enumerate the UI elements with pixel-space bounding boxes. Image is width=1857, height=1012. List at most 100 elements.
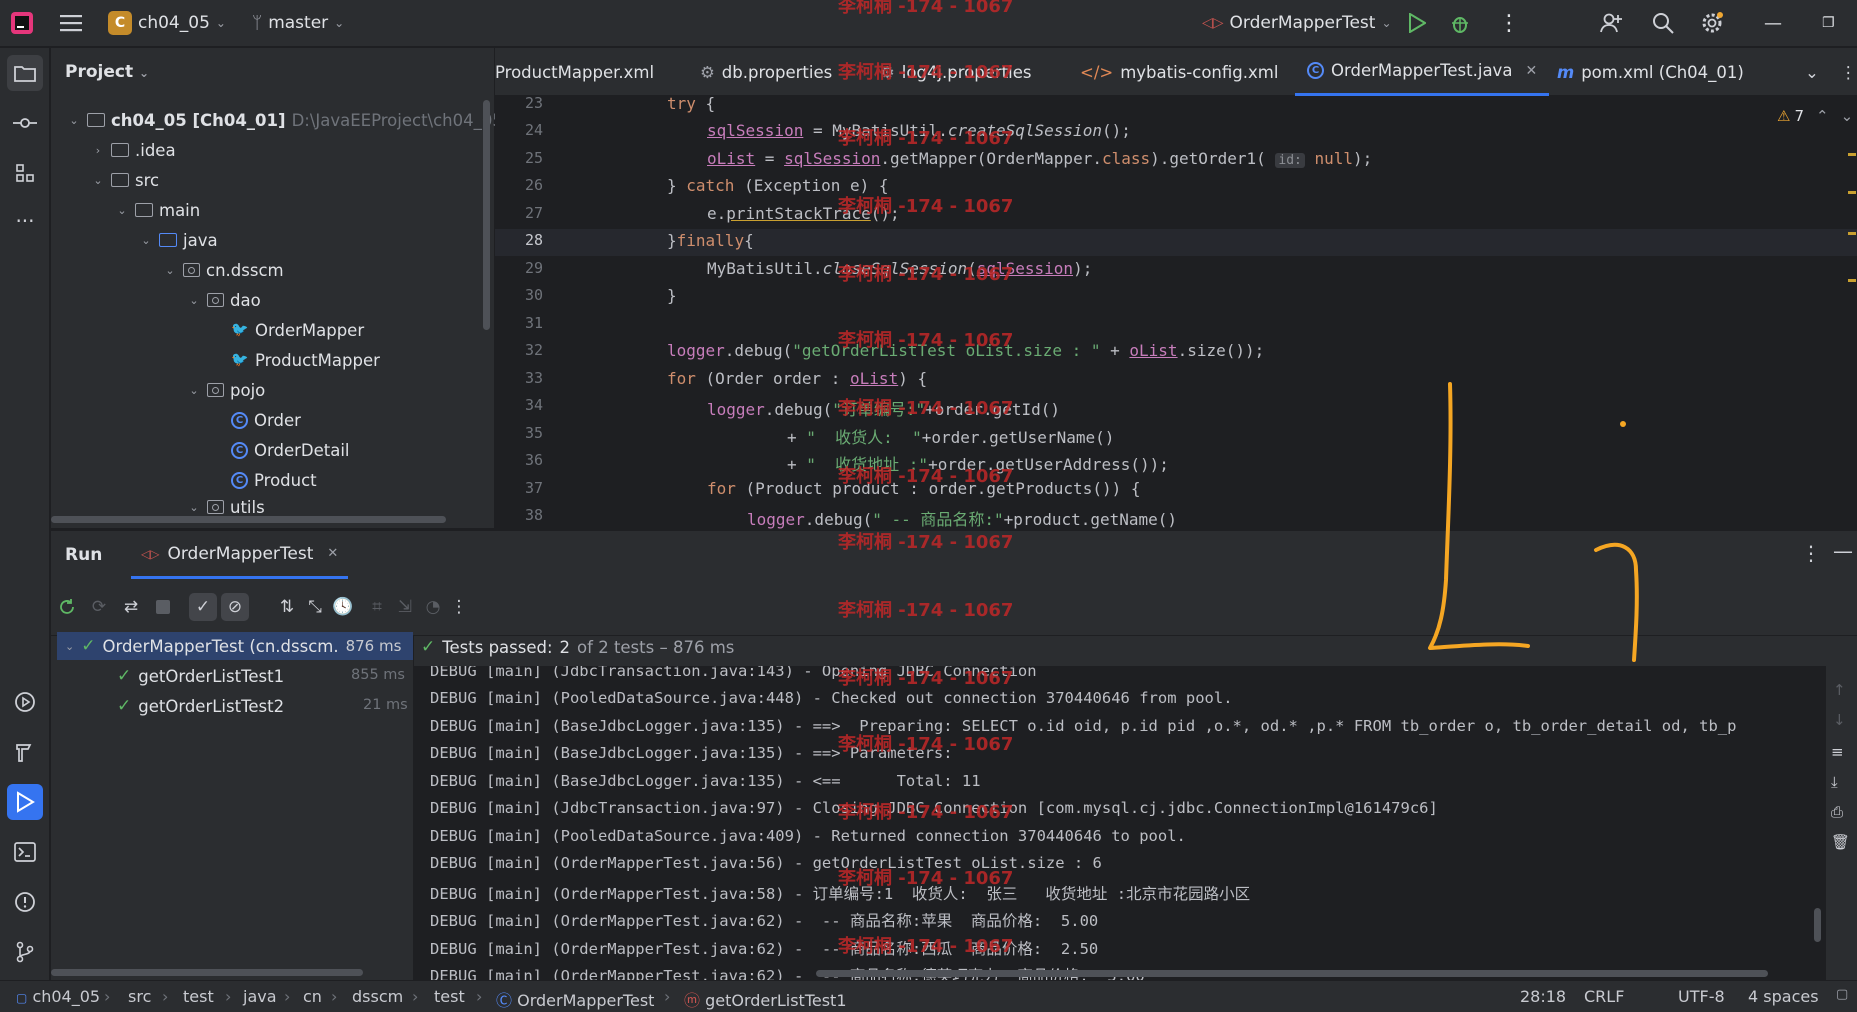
breadcrumb-item[interactable]: ▢ ch04_05 (16, 987, 100, 1006)
tree-item-main[interactable]: ⌄ main (115, 197, 200, 223)
test-row[interactable]: ✓ getOrderListTest2 (117, 692, 284, 720)
test-tree-hscrollbar[interactable] (51, 969, 363, 976)
tab-mybatis-config-xml[interactable]: </> mybatis-config.xml (1080, 48, 1278, 96)
minimize-icon[interactable]: — (1764, 10, 1782, 36)
tab-db-properties[interactable]: ⚙ db.properties (700, 48, 832, 96)
code-editor[interactable]: 23 24 25 26 27 28 29 30 31 32 33 34 35 3… (495, 97, 1857, 529)
add-user-icon[interactable] (1600, 10, 1622, 36)
breadcrumb-item[interactable]: test (183, 987, 214, 1006)
restore-icon[interactable]: ❐ (1822, 10, 1835, 36)
close-icon[interactable]: ✕ (1525, 63, 1537, 79)
error-stripe-mark[interactable] (1848, 191, 1856, 194)
inspection-widget[interactable]: ⚠ 7 ⌃ ⌄ (1777, 107, 1853, 125)
git-tool-icon[interactable] (7, 934, 43, 970)
run-tool-icon[interactable] (7, 784, 43, 820)
tab-ordermappertest-java[interactable]: C OrderMapperTest.java ✕ (1295, 48, 1550, 96)
project-hscrollbar[interactable] (51, 516, 446, 523)
line-ending[interactable]: CRLF (1584, 987, 1624, 1006)
tree-item-order[interactable]: C Order (231, 407, 301, 433)
breadcrumb-item[interactable]: src (128, 987, 151, 1006)
breadcrumb-item[interactable]: test (434, 987, 465, 1006)
tab-ordermappertest-run[interactable]: ◁▷ OrderMapperTest ✕ (131, 531, 349, 579)
problems-tool-icon[interactable] (7, 884, 43, 920)
scroll-to-end-icon[interactable]: ⤓ (1831, 773, 1838, 791)
build-hammer-icon[interactable] (7, 734, 43, 770)
project-tool-icon[interactable] (7, 55, 43, 91)
test-row[interactable]: ✓ getOrderListTest1 (117, 662, 284, 690)
search-icon[interactable] (1652, 10, 1674, 36)
caret-position[interactable]: 28:18 (1520, 987, 1566, 1006)
more-tools-icon[interactable]: ··· (7, 203, 43, 239)
tree-item-idea[interactable]: › .idea (91, 137, 176, 163)
project-scrollbar[interactable] (483, 100, 490, 330)
export-icon[interactable]: ⇲ (391, 593, 419, 621)
tree-item-utils[interactable]: ⌄ utils (187, 497, 264, 517)
tree-item-cn-dsscm[interactable]: ⌄ cn.dsscm (163, 257, 283, 283)
breadcrumb-item[interactable]: Ⓒ OrderMapperTest (496, 987, 654, 1011)
breadcrumb-item[interactable]: dsscm (352, 987, 403, 1006)
tabs-overflow-chevron-icon[interactable]: ⌄ (1805, 48, 1819, 96)
intellij-logo-icon[interactable] (10, 10, 34, 36)
project-panel-title[interactable]: Project ⌄ (65, 62, 149, 82)
scroll-up-icon[interactable]: ↑ (1833, 681, 1846, 699)
error-stripe-mark[interactable] (1848, 153, 1856, 156)
tree-item-src[interactable]: ⌄ src (91, 167, 159, 193)
soft-wrap-icon[interactable]: ≡ (1831, 743, 1844, 761)
console-vscrollbar[interactable] (1814, 908, 1821, 942)
tree-item-root[interactable]: ⌄ ch04_05 [Ch04_01] D:\JavaEEProject\ch0… (67, 107, 502, 133)
tree-item-java[interactable]: ⌄ java (139, 227, 217, 253)
error-stripe-mark[interactable] (1848, 232, 1856, 235)
toggle-auto-test-icon[interactable]: ⇄ (117, 593, 145, 621)
breadcrumb-item[interactable]: ⓜ getOrderListTest1 (684, 987, 847, 1011)
breadcrumb-item[interactable]: java (243, 987, 277, 1006)
rerun-failed-icon[interactable]: ⟳ (85, 593, 113, 621)
rerun-icon[interactable] (53, 593, 81, 621)
tree-item-product[interactable]: C Product (231, 467, 317, 493)
tab-pom-xml[interactable]: m pom.xml (Ch04_01) (1557, 48, 1744, 96)
chevron-down-icon[interactable]: ⌄ (1841, 107, 1854, 125)
more-options-icon[interactable]: ⋮ (1801, 541, 1821, 565)
tree-item-orderdetail[interactable]: C OrderDetail (231, 437, 350, 463)
main-menu-icon[interactable] (60, 10, 82, 36)
project-selector[interactable]: C ch04_05 ⌄ (108, 10, 226, 36)
file-encoding[interactable]: UTF-8 (1678, 987, 1725, 1006)
show-ignored-icon[interactable]: ⊘ (221, 593, 249, 621)
commit-tool-icon[interactable] (7, 105, 43, 141)
show-passed-icon[interactable]: ✓ (189, 593, 217, 621)
tree-item-productmapper[interactable]: 🐦 ProductMapper (231, 347, 380, 373)
tab-log4j-properties[interactable]: ⚙ log4j.properties (880, 48, 1031, 96)
clear-trash-icon[interactable]: 🗑 (1831, 833, 1850, 851)
tree-item-pojo[interactable]: ⌄ pojo (187, 377, 265, 403)
terminal-tool-icon[interactable] (7, 834, 43, 870)
scroll-down-icon[interactable]: ↓ (1833, 711, 1846, 729)
test-history-icon[interactable]: 🕓 (329, 593, 357, 621)
collapse-all-icon[interactable]: ⤡ (301, 593, 329, 621)
more-actions-icon[interactable]: ⋮ (1498, 10, 1520, 36)
indent-setting[interactable]: 4 spaces (1748, 987, 1819, 1006)
run-config-selector[interactable]: ◁▷ OrderMapperTest ⌄ (1202, 10, 1392, 36)
tree-item-dao[interactable]: ⌄ dao (187, 287, 260, 313)
breadcrumb-item[interactable]: cn (303, 987, 322, 1006)
stop-icon[interactable] (149, 593, 177, 621)
branch-selector[interactable]: ᛘ master ⌄ (252, 10, 344, 36)
close-icon[interactable]: ✕ (327, 546, 338, 561)
hide-panel-icon[interactable]: — (1833, 539, 1853, 563)
settings-gear-icon[interactable] (1700, 10, 1724, 36)
more-options-icon[interactable]: ⋮ (1840, 48, 1857, 96)
sort-icon[interactable]: ⇅ (273, 593, 301, 621)
run-button[interactable] (1408, 10, 1426, 36)
tree-item-ordermapper[interactable]: 🐦 OrderMapper (231, 317, 364, 343)
lock-icon[interactable]: ▢ (1836, 987, 1848, 1002)
debug-button[interactable] (1450, 10, 1470, 36)
services-tool-icon[interactable] (7, 684, 43, 720)
console-output[interactable]: DEBUG [main] (JdbcTransaction.java:143) … (414, 666, 1826, 980)
screenshot-icon[interactable]: ⌗ (363, 593, 391, 621)
error-stripe-mark[interactable] (1848, 279, 1856, 282)
chevron-up-icon[interactable]: ⌃ (1816, 107, 1829, 125)
more-icon[interactable]: ⋮ (445, 593, 473, 621)
console-hscrollbar[interactable] (816, 970, 1768, 977)
structure-tool-icon[interactable] (7, 155, 43, 191)
test-suite-row[interactable]: ⌄ ✓ OrderMapperTest (cn.dsscm. 876 ms (57, 632, 413, 660)
tab-productmapper-xml[interactable]: ProductMapper.xml (495, 48, 654, 96)
print-icon[interactable]: ⎙ (1831, 803, 1843, 821)
